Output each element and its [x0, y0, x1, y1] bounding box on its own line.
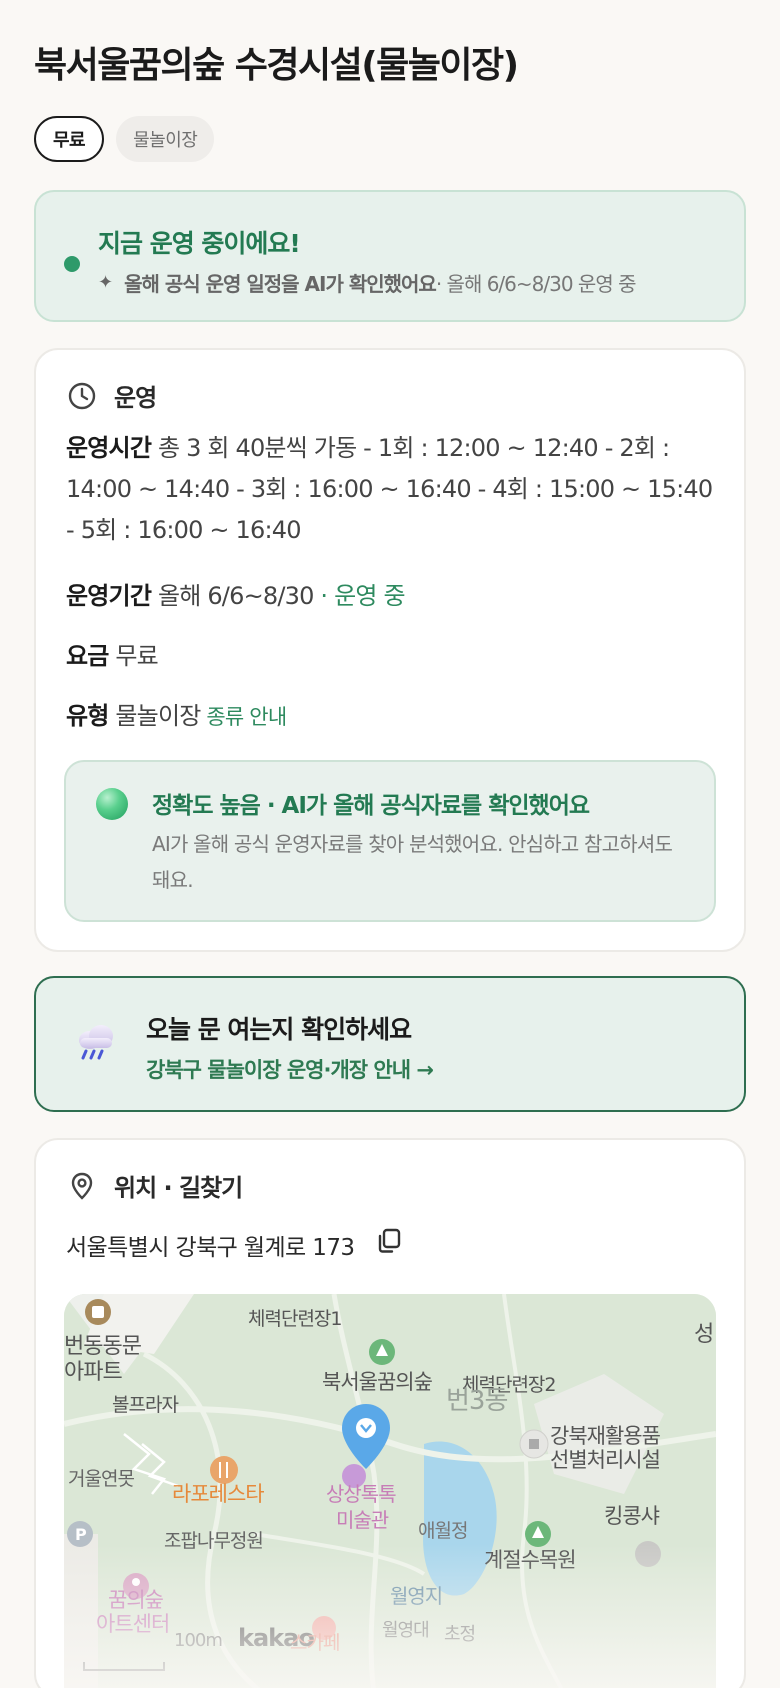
period-value: 올해 6/6~8/30 — [151, 582, 314, 610]
map-label: 번3동 — [446, 1386, 508, 1416]
location-card: 위치 · 길찾기 서울특별시 강북구 월계로 173 P 체력단련장1 번동동문… — [34, 1138, 746, 1688]
map-label: 선별처리시설 — [550, 1448, 661, 1472]
hours-label: 운영시간 — [66, 434, 152, 462]
accuracy-description: AI가 올해 공식 운영자료를 찾아 분석했어요. 안심하고 참고하셔도 돼요. — [152, 832, 673, 892]
operating-period: 운영기간 올해 6/6~8/30 · 운영 중 — [66, 576, 718, 611]
map-label: 계절수목원 — [484, 1548, 577, 1572]
accuracy-title: 정확도 높음 · AI가 올해 공식자료를 확인했어요 — [152, 793, 590, 819]
sparkle-icon: ✦ — [98, 272, 113, 293]
type-label: 유형 — [66, 702, 109, 730]
map-label: 월영지 — [390, 1584, 443, 1608]
chip-free[interactable]: 무료 — [34, 116, 105, 162]
fee-value: 무료 — [108, 642, 158, 670]
location-section-header: 위치 · 길찾기 — [66, 1168, 243, 1203]
map-label: 라포레스타 — [172, 1482, 265, 1506]
type-row: 유형 물놀이장 종류 안내 — [66, 696, 718, 731]
map-label: 조팝나무정원 — [164, 1530, 264, 1552]
status-dot-icon — [64, 256, 80, 272]
type-guide-link[interactable]: 종류 안내 — [201, 705, 287, 729]
open-check-title: 오늘 문 여는지 확인하세요 — [146, 1015, 412, 1044]
operation-section-header: 운영 — [66, 378, 157, 413]
accuracy-box: 정확도 높음 · AI가 올해 공식자료를 확인했어요 AI가 올해 공식 운영… — [64, 760, 716, 922]
operating-hours: 운영시간 총 3 회 40분씩 가동 - 1회 : 12:00 ~ 12:40 … — [66, 428, 718, 551]
map-label: 볼프라자 — [112, 1394, 179, 1416]
map-label: 아트센터 — [96, 1612, 170, 1636]
type-value: 물놀이장 — [108, 702, 201, 730]
map-label: 애월정 — [418, 1520, 468, 1542]
clock-icon — [68, 382, 96, 409]
location-map[interactable]: P 체력단련장1 번동동문 아파트 북서울꿈의숲 체력단련장2 번3동 볼프라자… — [64, 1294, 716, 1688]
address-row: 서울특별시 강북구 월계로 173 — [66, 1228, 404, 1262]
map-label: 스카페 — [290, 1632, 340, 1654]
address-text: 서울특별시 강북구 월계로 173 — [66, 1235, 355, 1261]
map-label: 체력단련장1 — [248, 1308, 342, 1330]
chip-waterplay[interactable]: 물놀이장 — [116, 116, 215, 162]
status-subtitle: ✦ 올해 공식 운영 일정을 AI가 확인했어요 · 올해 6/6~8/30 운… — [98, 268, 637, 297]
page-title: 북서울꿈의숲 수경시설(물놀이장) — [34, 45, 519, 86]
open-check-link[interactable]: 강북구 물놀이장 운영·개장 안내 → — [146, 1054, 434, 1084]
operation-section-title: 운영 — [114, 384, 157, 412]
map-label: 아파트 — [64, 1360, 123, 1385]
open-check-banner[interactable]: 오늘 문 여는지 확인하세요 강북구 물놀이장 운영·개장 안내 → — [34, 976, 746, 1112]
map-label: 거울연못 — [68, 1468, 135, 1490]
hours-value: 총 3 회 40분씩 가동 - 1회 : 12:00 ~ 12:40 - 2회 … — [66, 434, 713, 544]
page: 북서울꿈의숲 수경시설(물놀이장) 무료 물놀이장 지금 운영 중이에요! ✦ … — [0, 0, 780, 1688]
period-label: 운영기간 — [66, 582, 152, 610]
map-label: 성 — [694, 1322, 714, 1347]
map-label: 초정 — [444, 1624, 476, 1645]
accuracy-indicator-icon — [96, 788, 128, 820]
fee-row: 요금 무료 — [66, 636, 718, 671]
map-label: 상상톡톡 — [326, 1482, 397, 1506]
status-title: 지금 운영 중이에요! — [98, 229, 301, 258]
status-sub-rest: · 올해 6/6~8/30 운영 중 — [435, 272, 637, 296]
period-status: · 운영 중 — [313, 582, 405, 610]
status-banner: 지금 운영 중이에요! ✦ 올해 공식 운영 일정을 AI가 확인했어요 · 올… — [34, 190, 746, 322]
map-pin-icon — [71, 1172, 93, 1200]
map-label: 킹콩샤 — [604, 1504, 660, 1528]
location-section-title: 위치 · 길찾기 — [114, 1174, 243, 1202]
tag-chips: 무료 물놀이장 — [34, 116, 746, 162]
map-label: 북서울꿈의숲 — [322, 1370, 433, 1394]
map-label: 100m — [174, 1630, 223, 1651]
operation-card: 운영 운영시간 총 3 회 40분씩 가동 - 1회 : 12:00 ~ 12:… — [34, 348, 746, 952]
map-label: 월영대 — [382, 1620, 430, 1641]
svg-text:P: P — [75, 1525, 87, 1544]
status-sub-bold: 올해 공식 운영 일정을 AI가 확인했어요 — [124, 272, 437, 296]
fee-label: 요금 — [66, 642, 109, 670]
rain-cloud-icon — [79, 1025, 113, 1060]
map-label: 미술관 — [336, 1508, 389, 1532]
copy-icon[interactable] — [374, 1226, 404, 1256]
